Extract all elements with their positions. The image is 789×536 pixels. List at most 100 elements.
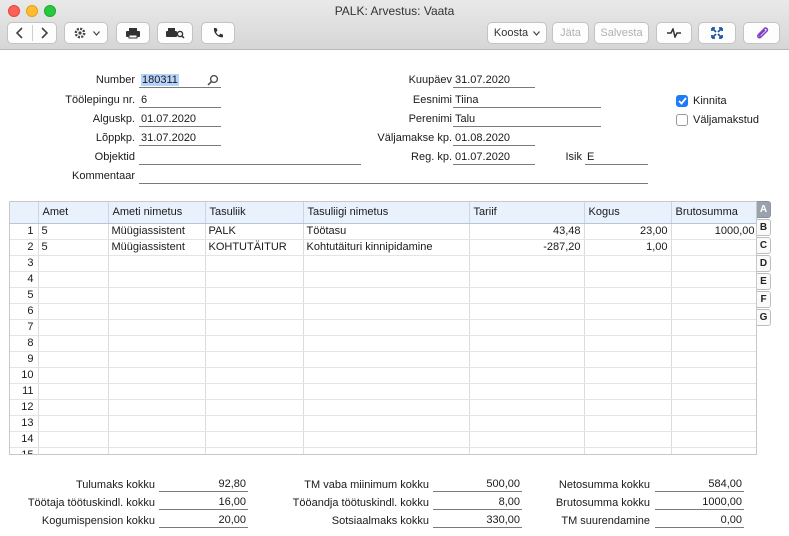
column-header-ameti-nimetus[interactable]: Ameti nimetus [108,202,206,224]
table-row[interactable]: 6 [10,303,756,320]
tasuliigi-nimetus-cell[interactable] [303,351,470,368]
kogus-cell[interactable] [584,351,672,368]
kommentaar-field[interactable] [139,169,648,184]
matrix-tab-d[interactable]: D [757,255,771,272]
table-row[interactable]: 1 5 Müügiassistent PALK Töötasu 43,48 23,00 100… [10,223,756,240]
ameti-nimetus-cell[interactable] [108,351,206,368]
amet-cell[interactable] [38,351,109,368]
chevron-right-icon[interactable] [32,27,56,39]
ameti-nimetus-cell[interactable] [108,383,206,400]
tasuliik-cell[interactable] [205,271,304,288]
tasuliik-cell[interactable] [205,367,304,384]
tariif-cell[interactable] [469,303,585,320]
brutosumma-cell[interactable] [671,287,756,304]
kogus-cell[interactable] [584,287,672,304]
print-preview-button[interactable] [157,22,193,44]
tasuliik-cell[interactable] [205,255,304,272]
ameti-nimetus-cell[interactable] [108,335,206,352]
amet-cell[interactable] [38,335,109,352]
tasuliik-cell[interactable]: PALK [205,223,304,240]
tasuliik-cell[interactable] [205,399,304,416]
tariif-cell[interactable] [469,367,585,384]
tasuliigi-nimetus-cell[interactable] [303,431,470,448]
kogus-cell[interactable]: 1,00 [584,239,672,256]
ameti-nimetus-cell[interactable] [108,367,206,384]
matrix-tab-e[interactable]: E [757,273,771,290]
table-row[interactable]: 4 [10,271,756,288]
tasuliigi-nimetus-cell[interactable] [303,255,470,272]
amet-cell[interactable] [38,367,109,384]
tasuliigi-nimetus-cell[interactable] [303,303,470,320]
tasuliik-cell[interactable] [205,351,304,368]
ameti-nimetus-cell[interactable] [108,287,206,304]
brutosumma-cell[interactable] [671,239,756,256]
valjamakstud-checkbox[interactable]: Väljamakstud [676,114,759,126]
tasuliigi-nimetus-cell[interactable] [303,383,470,400]
ameti-nimetus-cell[interactable] [108,271,206,288]
jata-button[interactable]: Jäta [552,22,589,44]
tasuliik-cell[interactable] [205,383,304,400]
column-header-tariif[interactable]: Tariif [469,202,585,224]
kogus-cell[interactable] [584,319,672,336]
brutosumma-cell[interactable] [671,319,756,336]
tariif-cell[interactable] [469,415,585,432]
tariif-cell[interactable]: 43,48 [469,223,585,240]
tasuliik-cell[interactable] [205,447,304,454]
amet-cell[interactable] [38,431,109,448]
table-row[interactable]: 8 [10,335,756,352]
tariif-cell[interactable] [469,431,585,448]
table-row[interactable]: 7 [10,319,756,336]
tariif-cell[interactable] [469,335,585,352]
brutosumma-cell[interactable] [671,271,756,288]
brutosumma-cell[interactable] [671,383,756,400]
brutosumma-cell[interactable] [671,431,756,448]
column-header-brutosumma[interactable]: Brutosumma [671,202,756,224]
loppkp-field[interactable]: 31.07.2020 [139,131,221,146]
ameti-nimetus-cell[interactable]: Müügiassistent [108,223,206,240]
ameti-nimetus-cell[interactable] [108,255,206,272]
print-button[interactable] [116,22,150,44]
tariif-cell[interactable] [469,319,585,336]
call-button[interactable] [201,22,235,44]
matrix-tab-g[interactable]: G [757,309,771,326]
kogus-cell[interactable] [584,399,672,416]
kogus-cell[interactable] [584,447,672,454]
tasuliigi-nimetus-cell[interactable] [303,271,470,288]
amet-cell[interactable] [38,399,109,416]
tasuliigi-nimetus-cell[interactable] [303,287,470,304]
tariif-cell[interactable] [469,383,585,400]
kogus-cell[interactable] [584,431,672,448]
tariif-cell[interactable] [469,399,585,416]
ameti-nimetus-cell[interactable] [108,399,206,416]
ameti-nimetus-cell[interactable]: Müügiassistent [108,239,206,256]
table-row[interactable]: 5 [10,287,756,304]
kogus-cell[interactable] [584,367,672,384]
kogus-cell[interactable] [584,383,672,400]
objektid-field[interactable] [139,150,361,165]
table-row[interactable]: 9 [10,351,756,368]
ameti-nimetus-cell[interactable] [108,319,206,336]
kogus-cell[interactable] [584,255,672,272]
table-row[interactable]: 2 5 Müügiassistent KOHTUTÄITUR Kohtutäituri … [10,239,756,256]
brutosumma-cell[interactable] [671,399,756,416]
brutosumma-cell[interactable] [671,303,756,320]
kuupaev-field[interactable]: 31.07.2020 [453,73,535,88]
amet-cell[interactable] [38,287,109,304]
matrix-tab-b[interactable]: B [757,219,771,236]
table-row[interactable]: 12 [10,399,756,416]
brutosumma-cell[interactable] [671,415,756,432]
alguskp-field[interactable]: 01.07.2020 [139,112,221,127]
amet-cell[interactable] [38,271,109,288]
activity-button[interactable] [656,22,692,44]
table-row[interactable]: 13 [10,415,756,432]
tasuliigi-nimetus-cell[interactable] [303,335,470,352]
kogus-cell[interactable] [584,415,672,432]
tasuliik-cell[interactable] [205,431,304,448]
kinnita-checkbox[interactable]: Kinnita [676,95,727,107]
perenimi-field[interactable]: Talu [453,112,601,127]
table-row[interactable]: 10 [10,367,756,384]
attachment-button[interactable] [743,22,780,44]
brutosumma-cell[interactable] [671,255,756,272]
tariif-cell[interactable] [469,447,585,454]
tasuliik-cell[interactable] [205,319,304,336]
